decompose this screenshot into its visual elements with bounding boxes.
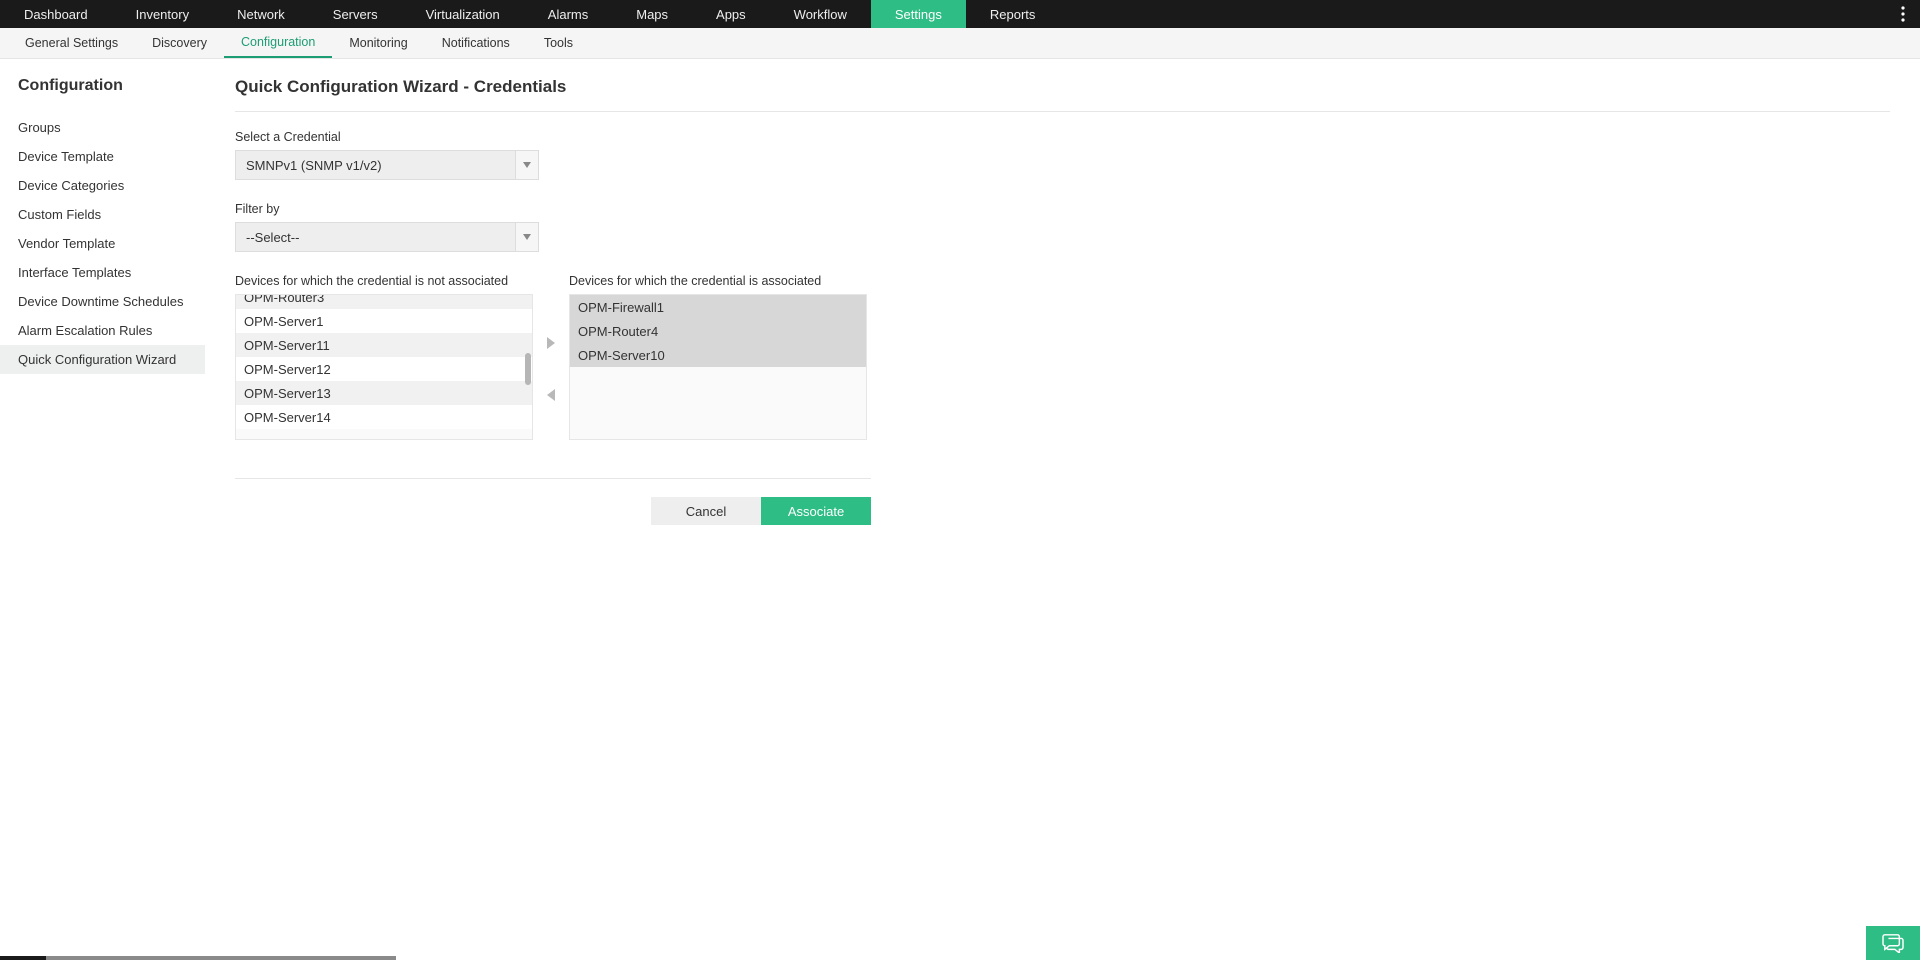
nav-workflow[interactable]: Workflow: [770, 0, 871, 28]
page-title: Quick Configuration Wizard - Credentials: [235, 77, 1890, 112]
not-associated-label: Devices for which the credential is not …: [235, 274, 533, 288]
nav-settings[interactable]: Settings: [871, 0, 966, 28]
filter-select[interactable]: --Select--: [235, 222, 539, 252]
sidebar: Configuration Groups Device Template Dev…: [0, 59, 205, 960]
nav-network[interactable]: Network: [213, 0, 309, 28]
list-item[interactable]: OPM-Server12: [236, 357, 532, 381]
credential-select-toggle[interactable]: [515, 150, 539, 180]
chevron-down-icon: [523, 234, 531, 240]
list-item[interactable]: OPM-Server13: [236, 381, 532, 405]
subnav-discovery[interactable]: Discovery: [135, 28, 224, 58]
credential-select[interactable]: SMNPv1 (SNMP v1/v2): [235, 150, 539, 180]
bottom-bar-segment: [0, 956, 46, 960]
list-item[interactable]: OPM-Server1: [236, 309, 532, 333]
chevron-left-icon: [547, 389, 555, 401]
cancel-button[interactable]: Cancel: [651, 497, 761, 525]
scrollbar-thumb[interactable]: [525, 353, 531, 385]
nav-reports[interactable]: Reports: [966, 0, 1060, 28]
list-item[interactable]: OPM-Firewall1: [570, 295, 866, 319]
associated-label: Devices for which the credential is asso…: [569, 274, 867, 288]
sidebar-item-alarm-escalation-rules[interactable]: Alarm Escalation Rules: [0, 316, 205, 345]
chevron-down-icon: [523, 162, 531, 168]
associate-button[interactable]: Associate: [761, 497, 871, 525]
more-menu-icon[interactable]: [1892, 0, 1914, 28]
chevron-right-icon: [547, 337, 555, 349]
sidebar-item-vendor-template[interactable]: Vendor Template: [0, 229, 205, 258]
subnav-tools[interactable]: Tools: [527, 28, 590, 58]
subnav-monitoring[interactable]: Monitoring: [332, 28, 424, 58]
sidebar-item-custom-fields[interactable]: Custom Fields: [0, 200, 205, 229]
credential-select-value[interactable]: SMNPv1 (SNMP v1/v2): [235, 150, 515, 180]
list-item[interactable]: OPM-Router4: [570, 319, 866, 343]
chat-icon: [1882, 933, 1904, 953]
sidebar-item-device-categories[interactable]: Device Categories: [0, 171, 205, 200]
nav-virtualization[interactable]: Virtualization: [402, 0, 524, 28]
filter-select-toggle[interactable]: [515, 222, 539, 252]
chat-button[interactable]: [1866, 926, 1920, 960]
sidebar-item-quick-configuration-wizard[interactable]: Quick Configuration Wizard: [0, 345, 205, 374]
sidebar-item-device-template[interactable]: Device Template: [0, 142, 205, 171]
subnav-configuration[interactable]: Configuration: [224, 28, 332, 58]
nav-maps[interactable]: Maps: [612, 0, 692, 28]
top-nav: Dashboard Inventory Network Servers Virt…: [0, 0, 1920, 28]
nav-servers[interactable]: Servers: [309, 0, 402, 28]
sidebar-item-groups[interactable]: Groups: [0, 113, 205, 142]
filter-select-value[interactable]: --Select--: [235, 222, 515, 252]
subnav-notifications[interactable]: Notifications: [425, 28, 527, 58]
nav-inventory[interactable]: Inventory: [112, 0, 213, 28]
sidebar-item-device-downtime-schedules[interactable]: Device Downtime Schedules: [0, 287, 205, 316]
list-item[interactable]: OPM-Server11: [236, 333, 532, 357]
list-item[interactable]: OPM-Server10: [570, 343, 866, 367]
associated-listbox[interactable]: OPM-Firewall1 OPM-Router4 OPM-Server10: [569, 294, 867, 440]
sub-nav: General Settings Discovery Configuration…: [0, 28, 1920, 59]
list-item[interactable]: OPM-Server14: [236, 405, 532, 429]
nav-apps[interactable]: Apps: [692, 0, 770, 28]
list-item[interactable]: OPM-Router3: [236, 294, 532, 309]
divider: [235, 478, 871, 479]
move-left-button[interactable]: [544, 388, 558, 402]
move-right-button[interactable]: [544, 336, 558, 350]
sidebar-title: Configuration: [0, 77, 205, 113]
sidebar-item-interface-templates[interactable]: Interface Templates: [0, 258, 205, 287]
bottom-bar-segment: [46, 956, 396, 960]
nav-alarms[interactable]: Alarms: [524, 0, 612, 28]
credential-label: Select a Credential: [235, 130, 1890, 144]
nav-dashboard[interactable]: Dashboard: [0, 0, 112, 28]
filter-label: Filter by: [235, 202, 1890, 216]
not-associated-listbox[interactable]: OPM-Router3 OPM-Server1 OPM-Server11 OPM…: [235, 294, 533, 440]
subnav-general-settings[interactable]: General Settings: [8, 28, 135, 58]
main-panel: Quick Configuration Wizard - Credentials…: [205, 59, 1920, 960]
